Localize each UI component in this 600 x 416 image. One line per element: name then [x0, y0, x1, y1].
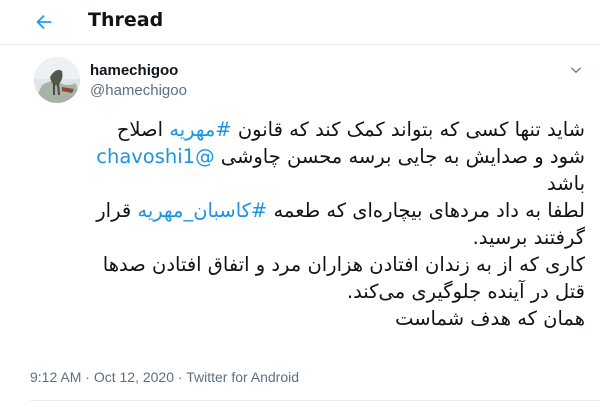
page-title: Thread — [88, 9, 164, 31]
tweet-text-segment: قرار — [96, 199, 138, 222]
meta-separator: · — [174, 369, 187, 385]
meta-separator: · — [81, 369, 94, 385]
tweet-text-segment: شاید تنها کسی که بتواند کمک کند که قانون — [231, 118, 585, 141]
avatar[interactable] — [34, 57, 80, 103]
tweet-text-line: لطفا به داد مردهای بیچاره‌ای که طعمه #کا… — [30, 197, 585, 224]
hashtag-link[interactable]: #مهریه — [169, 118, 231, 141]
tweet-text-line: شاید تنها کسی که بتواند کمک کند که قانون… — [30, 116, 585, 143]
tweet-text-segment: اصلاح — [116, 118, 170, 141]
user-handle[interactable]: @hamechigoo — [90, 82, 187, 99]
tweet-text-segment: قتل در آینده جلوگیری می‌کند. — [346, 280, 585, 303]
tweet-metadata: 9:12 AM · Oct 12, 2020 · Twitter for And… — [30, 369, 299, 385]
tweet-text-segment: همان که هدف شماست — [395, 307, 585, 330]
tweet-text-segment: گرفتند برسید. — [472, 226, 585, 249]
divider — [30, 400, 600, 401]
tweet-text: شاید تنها کسی که بتواند کمک کند که قانون… — [30, 116, 585, 332]
arrow-left-icon — [36, 14, 52, 30]
tweet-source[interactable]: Twitter for Android — [186, 369, 299, 385]
avatar-image — [34, 57, 80, 103]
tweet-text-line: شود و صدایش به جایی برسه محسن چاوشی @cha… — [30, 143, 585, 170]
tweet-text-segment: کاری که از به زندان افتادن هزاران مرد و … — [102, 253, 585, 276]
thread-header: Thread — [0, 0, 600, 45]
display-name[interactable]: hamechigoo — [90, 62, 178, 79]
tweet-text-line: کاری که از به زندان افتادن هزاران مرد و … — [30, 251, 585, 278]
tweet-text-line: باشد — [30, 170, 585, 197]
mention-link[interactable]: @chavoshi1 — [96, 145, 214, 168]
tweet-text-line: قتل در آینده جلوگیری می‌کند. — [30, 278, 585, 305]
hashtag-link[interactable]: #کاسبان_مهریه — [137, 199, 267, 222]
back-button[interactable] — [26, 6, 62, 38]
tweet-time[interactable]: 9:12 AM — [30, 369, 81, 385]
tweet-date[interactable]: Oct 12, 2020 — [94, 369, 174, 385]
tweet-text-segment: لطفا به داد مردهای بیچاره‌ای که طعمه — [267, 199, 585, 222]
tweet-text-segment: شود و صدایش به جایی برسه محسن چاوشی — [214, 145, 585, 168]
chevron-down-icon — [570, 67, 582, 74]
tweet-text-line: گرفتند برسید. — [30, 224, 585, 251]
more-options-button[interactable] — [565, 59, 587, 81]
tweet-text-line: همان که هدف شماست — [30, 305, 585, 332]
tweet-text-segment: باشد — [547, 172, 585, 195]
